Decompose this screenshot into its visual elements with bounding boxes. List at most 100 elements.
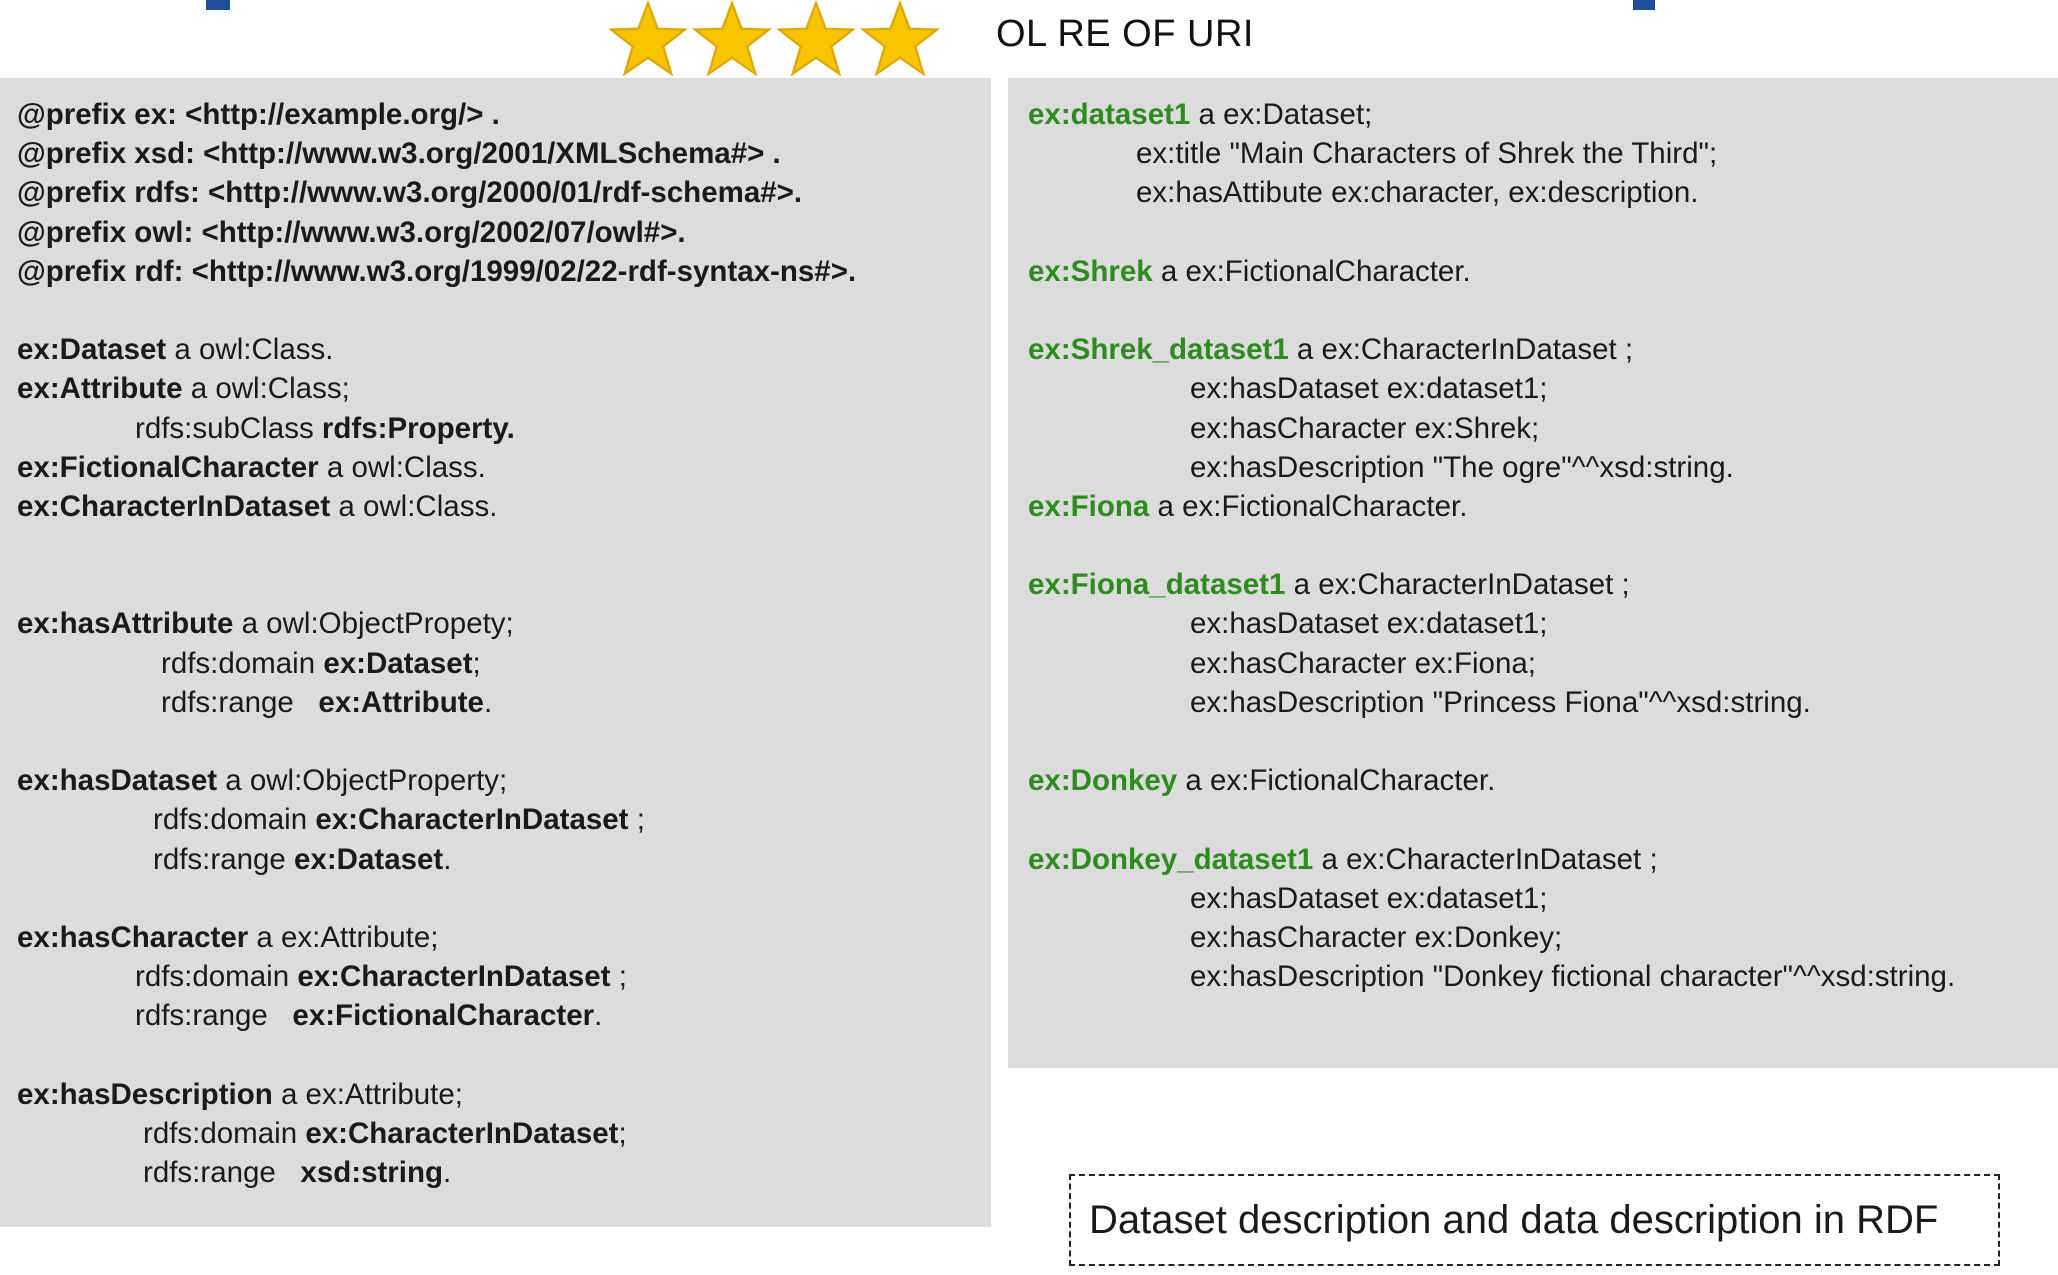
- punct-text: .: [443, 1156, 452, 1190]
- object-term: ex:CharacterInDataset: [315, 803, 629, 837]
- subject-term: ex:FictionalCharacter: [17, 450, 319, 484]
- heading-fragment-right: [1633, 0, 1655, 10]
- statement-text: a ex:Attribute;: [272, 1077, 463, 1111]
- property-line: ex:hasCharacter ex:Fiona;: [1190, 646, 1536, 680]
- property-line: ex:hasDataset ex:dataset1;: [1190, 881, 1548, 915]
- subject-term: ex:Donkey: [1028, 764, 1178, 798]
- range-line: rdfs:range ex:Dataset.: [17, 840, 991, 879]
- shrek-line: ex:Shrek a ex:FictionalCharacter.: [1028, 252, 2058, 291]
- star-icon: [860, 0, 940, 77]
- subject-term: ex:Attribute: [17, 372, 183, 406]
- range-line: rdfs:range xsd:string.: [17, 1153, 991, 1192]
- fiona-dataset-line: ex:Fiona_dataset1 a ex:CharacterInDatase…: [1028, 565, 2058, 604]
- subclass-line: rdfs:subClass rdfs:Property.: [17, 409, 991, 448]
- predicate-text: rdfs:subClass: [135, 411, 322, 445]
- object-term: ex:CharacterInDataset: [297, 960, 611, 994]
- property-line: ex:hasDataset ex:dataset1;: [1190, 372, 1548, 406]
- subject-term: ex:hasDescription: [17, 1077, 273, 1111]
- predicate-text: rdfs:range: [153, 842, 295, 876]
- donkey-dataset-line: ex:Donkey_dataset1 a ex:CharacterInDatas…: [1028, 840, 2058, 879]
- class-cid-line: ex:CharacterInDataset a owl:Class.: [17, 487, 991, 526]
- star-icon: [608, 0, 688, 77]
- object-term: ex:Attribute: [318, 685, 484, 719]
- attribute-line: ex:hasAttibute ex:character, ex:descript…: [1136, 176, 1699, 210]
- subject-term: ex:Shrek_dataset1: [1028, 333, 1289, 367]
- statement-text: a owl:Class.: [330, 489, 498, 523]
- range-line: rdfs:range ex:Attribute.: [17, 683, 991, 722]
- property-line: ex:hasDescription "Donkey fictional char…: [1190, 960, 1956, 994]
- property-line: ex:hasDescription "Princess Fiona"^^xsd:…: [1190, 685, 1811, 719]
- prefix-line: @prefix xsd: <http://www.w3.org/2001/XML…: [17, 137, 781, 171]
- subject-term: ex:Dataset: [17, 333, 167, 367]
- punct-text: .: [443, 842, 452, 876]
- subject-term: ex:CharacterInDataset: [17, 489, 331, 523]
- prefix-line: @prefix ex: <http://example.org/> .: [17, 98, 500, 131]
- statement-text: a ex:CharacterInDataset ;: [1288, 333, 1634, 367]
- class-fictional-line: ex:FictionalCharacter a owl:Class.: [17, 448, 991, 487]
- property-line: ex:hasDataset ex:dataset1;: [1190, 607, 1548, 641]
- prefix-line: @prefix rdf: <http://www.w3.org/1999/02/…: [17, 254, 857, 288]
- class-attribute-line: ex:Attribute a owl:Class;: [17, 369, 991, 408]
- domain-line: rdfs:domain ex:Dataset;: [17, 644, 991, 683]
- subject-term: ex:Fiona_dataset1: [1028, 568, 1286, 602]
- statement-text: a ex:FictionalCharacter.: [1152, 254, 1471, 288]
- object-term: ex:FictionalCharacter: [292, 999, 595, 1033]
- prop-has-dataset-line: ex:hasDataset a owl:ObjectProperty;: [17, 761, 991, 800]
- subject-term: ex:Donkey_dataset1: [1028, 842, 1314, 876]
- statement-text: a ex:FictionalCharacter.: [1177, 764, 1496, 798]
- property-line: ex:hasDescription "The ogre"^^xsd:string…: [1190, 450, 1734, 484]
- subject-term: ex:Shrek: [1028, 254, 1153, 288]
- prop-has-character-line: ex:hasCharacter a ex:Attribute;: [17, 918, 991, 957]
- statement-text: a ex:Attribute;: [248, 920, 439, 954]
- statement-text: a ex:CharacterInDataset ;: [1313, 842, 1658, 876]
- statement-text: a ex:CharacterInDataset ;: [1285, 568, 1630, 602]
- punct-text: ;: [610, 960, 627, 994]
- predicate-text: rdfs:range: [161, 685, 319, 719]
- subject-term: ex:Fiona: [1028, 489, 1150, 523]
- object-term: ex:Dataset: [294, 842, 444, 876]
- predicate-text: rdfs:range: [135, 999, 293, 1033]
- domain-line: rdfs:domain ex:CharacterInDataset ;: [17, 957, 991, 996]
- punct-text: ;: [618, 1116, 627, 1150]
- donkey-line: ex:Donkey a ex:FictionalCharacter.: [1028, 761, 2058, 800]
- punct-text: .: [594, 999, 603, 1033]
- punct-text: .: [483, 685, 493, 719]
- prop-has-attribute-line: ex:hasAttribute a owl:ObjectPropety;: [17, 604, 991, 643]
- predicate-text: rdfs:domain: [135, 960, 298, 994]
- statement-text: a ex:FictionalCharacter.: [1149, 489, 1468, 523]
- ontology-panel: @prefix ex: <http://example.org/> . @pre…: [0, 78, 991, 1227]
- domain-line: rdfs:domain ex:CharacterInDataset;: [17, 1114, 991, 1153]
- property-line: ex:hasCharacter ex:Donkey;: [1190, 920, 1563, 954]
- header-text: OL RE OF URI: [996, 13, 1254, 55]
- shrek-dataset-line: ex:Shrek_dataset1 a ex:CharacterInDatase…: [1028, 330, 2058, 369]
- subject-term: ex:hasDataset: [17, 764, 218, 798]
- statement-text: a owl:Class.: [318, 450, 486, 484]
- object-term: rdfs:Property.: [321, 411, 515, 445]
- class-dataset-line: ex:Dataset a owl:Class.: [17, 330, 991, 369]
- predicate-text: rdfs:range: [143, 1156, 301, 1190]
- punct-text: ;: [628, 803, 645, 837]
- caption-box: Dataset description and data description…: [1069, 1174, 2000, 1266]
- data-panel: ex:dataset1 a ex:Dataset; ex:title "Main…: [1008, 78, 2058, 1068]
- statement-text: a owl:ObjectPropety;: [233, 607, 514, 641]
- statement-text: a owl:Class;: [182, 372, 350, 406]
- fiona-line: ex:Fiona a ex:FictionalCharacter.: [1028, 487, 2058, 526]
- domain-line: rdfs:domain ex:CharacterInDataset ;: [17, 800, 991, 839]
- predicate-text: rdfs:domain: [153, 803, 316, 837]
- statement-text: a owl:ObjectProperty;: [217, 764, 508, 798]
- star-icon: [692, 0, 772, 77]
- statement-text: a ex:Dataset;: [1190, 98, 1373, 131]
- object-term: xsd:string: [300, 1156, 444, 1190]
- prop-has-description-line: ex:hasDescription a ex:Attribute;: [17, 1075, 991, 1114]
- star-icon: [776, 0, 856, 77]
- prefix-line: @prefix owl: <http://www.w3.org/2002/07/…: [17, 215, 686, 249]
- dataset1-line: ex:dataset1 a ex:Dataset;: [1028, 95, 2058, 134]
- statement-text: a owl:Class.: [166, 333, 334, 367]
- property-line: ex:hasCharacter ex:Shrek;: [1190, 411, 1540, 445]
- subject-term: ex:hasCharacter: [17, 920, 249, 954]
- subject-term: ex:hasAttribute: [17, 607, 234, 641]
- predicate-text: rdfs:domain: [161, 646, 324, 680]
- heading-fragment-left: [206, 0, 230, 10]
- predicate-text: rdfs:domain: [143, 1116, 306, 1150]
- punct-text: ;: [472, 646, 481, 680]
